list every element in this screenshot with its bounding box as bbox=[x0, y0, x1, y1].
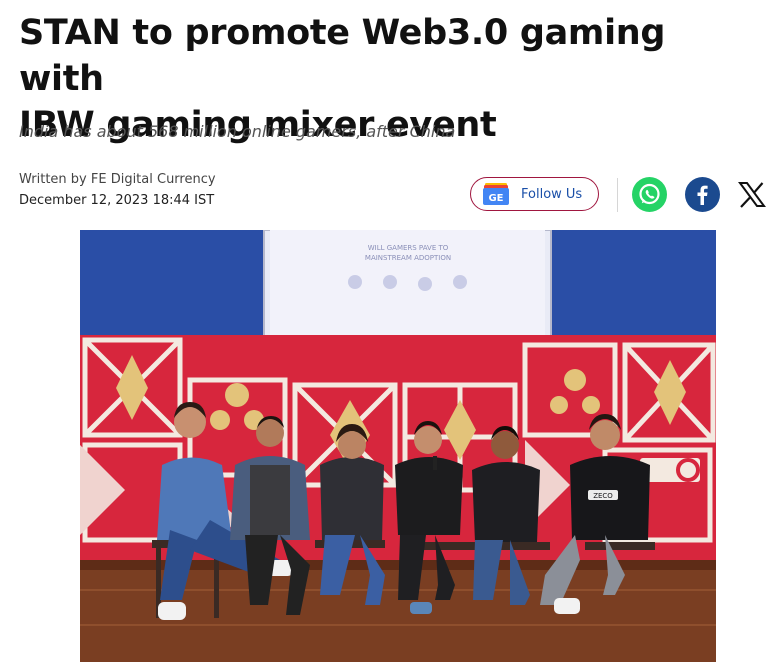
facebook-icon bbox=[697, 185, 708, 205]
google-news-badge-text: GE bbox=[488, 193, 503, 204]
whatsapp-icon bbox=[639, 183, 660, 205]
follow-us-label: Follow Us bbox=[521, 186, 583, 202]
screen-text-1: WILL GAMERS PAVE TO bbox=[368, 244, 449, 252]
article-photo: WILL GAMERS PAVE TO MAINSTREAM ADOPTION bbox=[80, 230, 716, 662]
panel-discussion-image: WILL GAMERS PAVE TO MAINSTREAM ADOPTION bbox=[80, 230, 716, 662]
author-name: Written by FE Digital Currency bbox=[19, 172, 216, 187]
follow-us-button[interactable]: GE Follow Us bbox=[470, 177, 599, 211]
headline-line-1: STAN to promote Web3.0 gaming with bbox=[19, 13, 666, 99]
share-divider bbox=[617, 178, 618, 212]
facebook-share-button[interactable] bbox=[685, 177, 720, 212]
screen-text-2: MAINSTREAM ADOPTION bbox=[365, 254, 451, 262]
x-icon bbox=[738, 182, 766, 208]
google-news-icon: GE bbox=[483, 183, 509, 205]
shirt-text: ZECO bbox=[593, 492, 613, 500]
x-share-button[interactable] bbox=[736, 177, 768, 212]
whatsapp-share-button[interactable] bbox=[632, 177, 667, 212]
article-subheadline: India has about 568 million online gamer… bbox=[19, 122, 456, 141]
byline: Written by FE Digital Currency December … bbox=[19, 172, 216, 208]
publish-date: December 12, 2023 18:44 IST bbox=[19, 193, 215, 208]
